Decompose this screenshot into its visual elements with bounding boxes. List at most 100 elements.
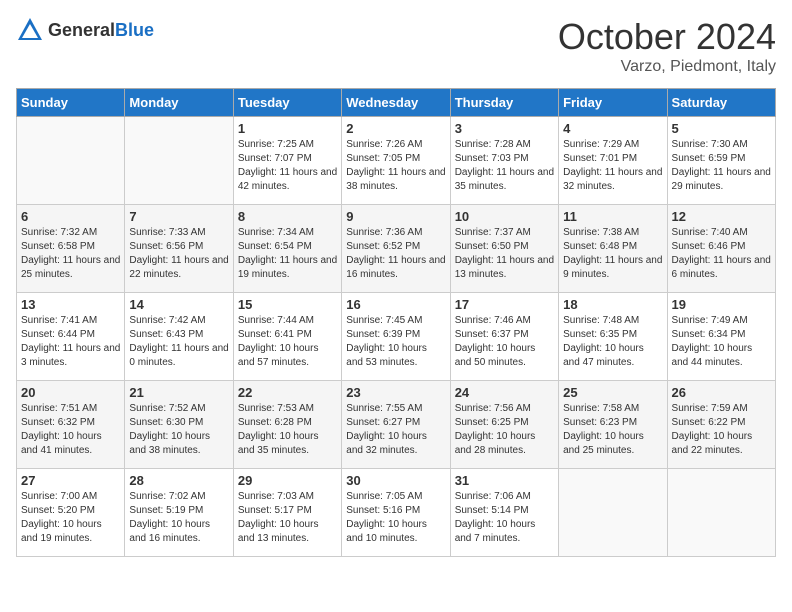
calendar-week-3: 13 Sunrise: 7:41 AMSunset: 6:44 PMDayligh…	[17, 293, 776, 381]
calendar-cell: 2 Sunrise: 7:26 AMSunset: 7:05 PMDaylight…	[342, 117, 450, 205]
weekday-header-thursday: Thursday	[450, 89, 558, 117]
day-number: 9	[346, 209, 445, 224]
day-info: Sunrise: 7:59 AMSunset: 6:22 PMDaylight:…	[672, 402, 771, 458]
day-info: Sunrise: 7:02 AMSunset: 5:19 PMDaylight:…	[129, 490, 228, 546]
day-info: Sunrise: 7:28 AMSunset: 7:03 PMDaylight:…	[455, 138, 554, 194]
day-number: 21	[129, 385, 228, 400]
day-number: 17	[455, 297, 554, 312]
day-number: 27	[21, 473, 120, 488]
logo-general-text: General	[48, 20, 115, 40]
day-info: Sunrise: 7:05 AMSunset: 5:16 PMDaylight:…	[346, 490, 445, 546]
day-info: Sunrise: 7:56 AMSunset: 6:25 PMDaylight:…	[455, 402, 554, 458]
calendar-cell: 18Sunrise: 7:48 AMSunset: 6:35 PMDayligh…	[559, 293, 667, 381]
calendar-week-1: 1 Sunrise: 7:25 AMSunset: 7:07 PMDaylight…	[17, 117, 776, 205]
day-info: Sunrise: 7:40 AMSunset: 6:46 PMDaylight:…	[672, 226, 771, 282]
calendar-cell: 5 Sunrise: 7:30 AMSunset: 6:59 PMDaylight…	[667, 117, 775, 205]
day-info: Sunrise: 7:03 AMSunset: 5:17 PMDaylight:…	[238, 490, 337, 546]
calendar-cell: 3 Sunrise: 7:28 AMSunset: 7:03 PMDaylight…	[450, 117, 558, 205]
day-number: 18	[563, 297, 662, 312]
calendar-cell: 28 Sunrise: 7:02 AMSunset: 5:19 PMDayligh…	[125, 469, 233, 557]
day-number: 25	[563, 385, 662, 400]
weekday-header-friday: Friday	[559, 89, 667, 117]
calendar-cell: 14Sunrise: 7:42 AMSunset: 6:43 PMDayligh…	[125, 293, 233, 381]
day-number: 13	[21, 297, 120, 312]
calendar-cell	[125, 117, 233, 205]
calendar-cell	[667, 469, 775, 557]
weekday-header-sunday: Sunday	[17, 89, 125, 117]
day-number: 1	[238, 121, 337, 136]
day-info: Sunrise: 7:30 AMSunset: 6:59 PMDaylight:…	[672, 138, 771, 194]
logo-icon	[16, 16, 44, 44]
calendar-cell: 31Sunrise: 7:06 AMSunset: 5:14 PMDayligh…	[450, 469, 558, 557]
calendar-cell: 15Sunrise: 7:44 AMSunset: 6:41 PMDayligh…	[233, 293, 341, 381]
calendar-cell: 1 Sunrise: 7:25 AMSunset: 7:07 PMDaylight…	[233, 117, 341, 205]
calendar-cell: 25 Sunrise: 7:58 AMSunset: 6:23 PMDayligh…	[559, 381, 667, 469]
day-info: Sunrise: 7:37 AMSunset: 6:50 PMDaylight:…	[455, 226, 554, 282]
day-info: Sunrise: 7:00 AMSunset: 5:20 PMDaylight:…	[21, 490, 120, 546]
calendar-cell: 20Sunrise: 7:51 AMSunset: 6:32 PMDayligh…	[17, 381, 125, 469]
day-info: Sunrise: 7:58 AMSunset: 6:23 PMDaylight:…	[563, 402, 662, 458]
calendar-cell	[17, 117, 125, 205]
day-info: Sunrise: 7:26 AMSunset: 7:05 PMDaylight:…	[346, 138, 445, 194]
day-info: Sunrise: 7:49 AMSunset: 6:34 PMDaylight:…	[672, 314, 771, 370]
calendar-cell: 27 Sunrise: 7:00 AMSunset: 5:20 PMDayligh…	[17, 469, 125, 557]
day-info: Sunrise: 7:25 AMSunset: 7:07 PMDaylight:…	[238, 138, 337, 194]
day-number: 7	[129, 209, 228, 224]
day-info: Sunrise: 7:51 AMSunset: 6:32 PMDaylight:…	[21, 402, 120, 458]
day-info: Sunrise: 7:55 AMSunset: 6:27 PMDaylight:…	[346, 402, 445, 458]
calendar-cell: 26Sunrise: 7:59 AMSunset: 6:22 PMDayligh…	[667, 381, 775, 469]
weekday-header-monday: Monday	[125, 89, 233, 117]
day-info: Sunrise: 7:41 AMSunset: 6:44 PMDaylight:…	[21, 314, 120, 370]
day-info: Sunrise: 7:33 AMSunset: 6:56 PMDaylight:…	[129, 226, 228, 282]
calendar-cell: 9 Sunrise: 7:36 AMSunset: 6:52 PMDaylight…	[342, 205, 450, 293]
day-number: 4	[563, 121, 662, 136]
day-info: Sunrise: 7:52 AMSunset: 6:30 PMDaylight:…	[129, 402, 228, 458]
day-number: 19	[672, 297, 771, 312]
day-info: Sunrise: 7:38 AMSunset: 6:48 PMDaylight:…	[563, 226, 662, 282]
calendar-cell: 24 Sunrise: 7:56 AMSunset: 6:25 PMDayligh…	[450, 381, 558, 469]
calendar-cell: 7 Sunrise: 7:33 AMSunset: 6:56 PMDaylight…	[125, 205, 233, 293]
calendar-cell: 11 Sunrise: 7:38 AMSunset: 6:48 PMDayligh…	[559, 205, 667, 293]
day-number: 11	[563, 209, 662, 224]
calendar-cell: 30 Sunrise: 7:05 AMSunset: 5:16 PMDayligh…	[342, 469, 450, 557]
day-number: 3	[455, 121, 554, 136]
calendar-week-2: 6Sunrise: 7:32 AMSunset: 6:58 PMDaylight…	[17, 205, 776, 293]
calendar-cell: 21 Sunrise: 7:52 AMSunset: 6:30 PMDayligh…	[125, 381, 233, 469]
calendar-cell: 6Sunrise: 7:32 AMSunset: 6:58 PMDaylight…	[17, 205, 125, 293]
day-info: Sunrise: 7:36 AMSunset: 6:52 PMDaylight:…	[346, 226, 445, 282]
day-number: 28	[129, 473, 228, 488]
calendar-cell: 16Sunrise: 7:45 AMSunset: 6:39 PMDayligh…	[342, 293, 450, 381]
calendar-cell: 22Sunrise: 7:53 AMSunset: 6:28 PMDayligh…	[233, 381, 341, 469]
day-info: Sunrise: 7:42 AMSunset: 6:43 PMDaylight:…	[129, 314, 228, 370]
day-number: 15	[238, 297, 337, 312]
calendar-cell: 12Sunrise: 7:40 AMSunset: 6:46 PMDayligh…	[667, 205, 775, 293]
day-info: Sunrise: 7:53 AMSunset: 6:28 PMDaylight:…	[238, 402, 337, 458]
calendar-cell: 4 Sunrise: 7:29 AMSunset: 7:01 PMDaylight…	[559, 117, 667, 205]
calendar-cell: 23 Sunrise: 7:55 AMSunset: 6:27 PMDayligh…	[342, 381, 450, 469]
day-number: 24	[455, 385, 554, 400]
day-number: 8	[238, 209, 337, 224]
day-number: 23	[346, 385, 445, 400]
day-info: Sunrise: 7:29 AMSunset: 7:01 PMDaylight:…	[563, 138, 662, 194]
day-number: 10	[455, 209, 554, 224]
day-info: Sunrise: 7:46 AMSunset: 6:37 PMDaylight:…	[455, 314, 554, 370]
weekday-header-saturday: Saturday	[667, 89, 775, 117]
weekday-header-row: SundayMondayTuesdayWednesdayThursdayFrid…	[17, 89, 776, 117]
page-header: GeneralBlue October 2024 Varzo, Piedmont…	[16, 16, 776, 76]
calendar-cell: 13 Sunrise: 7:41 AMSunset: 6:44 PMDayligh…	[17, 293, 125, 381]
day-number: 30	[346, 473, 445, 488]
weekday-header-wednesday: Wednesday	[342, 89, 450, 117]
day-info: Sunrise: 7:34 AMSunset: 6:54 PMDaylight:…	[238, 226, 337, 282]
logo: GeneralBlue	[16, 16, 154, 44]
day-info: Sunrise: 7:32 AMSunset: 6:58 PMDaylight:…	[21, 226, 120, 282]
calendar-cell: 17 Sunrise: 7:46 AMSunset: 6:37 PMDayligh…	[450, 293, 558, 381]
month-title: October 2024	[558, 16, 776, 58]
location-title: Varzo, Piedmont, Italy	[558, 58, 776, 76]
day-number: 2	[346, 121, 445, 136]
weekday-header-tuesday: Tuesday	[233, 89, 341, 117]
calendar-cell: 19 Sunrise: 7:49 AMSunset: 6:34 PMDayligh…	[667, 293, 775, 381]
day-number: 5	[672, 121, 771, 136]
day-number: 16	[346, 297, 445, 312]
logo-blue-text: Blue	[115, 20, 154, 40]
calendar-cell: 29Sunrise: 7:03 AMSunset: 5:17 PMDayligh…	[233, 469, 341, 557]
